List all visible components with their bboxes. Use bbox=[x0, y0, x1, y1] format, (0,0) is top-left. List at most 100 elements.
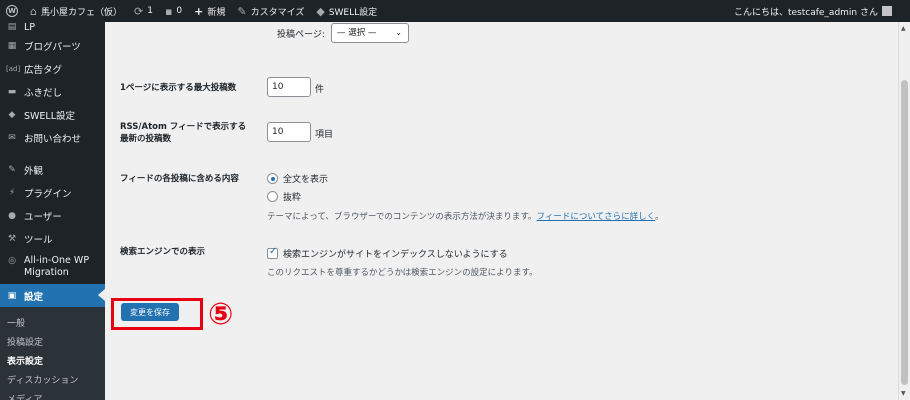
feed-count-label: RSS/Atom フィードで表示する 最新の投稿数 bbox=[120, 121, 246, 145]
updates-count: 1 bbox=[147, 6, 153, 16]
sidebar-item-label: ブログパーツ bbox=[24, 41, 81, 53]
sidebar-item-label: 広告タグ bbox=[24, 64, 63, 76]
search-noindex-checkbox[interactable]: 検索エンジンがサイトをインデックスしないようにする bbox=[267, 246, 508, 260]
feed-count-label-line2: 最新の投稿数 bbox=[120, 134, 172, 144]
balloon-icon: ▬ bbox=[7, 86, 17, 97]
posts-page-label: 投稿ページ: bbox=[277, 30, 325, 40]
comments-count: 0 bbox=[176, 6, 183, 16]
radio-full-text[interactable]: 全文を表示 bbox=[267, 172, 328, 185]
admin-bar: W ⌂ 馬小屋カフェ（仮） ⟳ 1 ▪ 0 + 新規 ✎ カスタマイズ ◆ SW… bbox=[0, 0, 910, 22]
sidebar-item-label: ツール bbox=[24, 234, 53, 246]
comment-icon: ▪ bbox=[164, 4, 173, 18]
home-icon: ⌂ bbox=[30, 4, 37, 18]
feed-count-label-line1: RSS/Atom フィードで表示する bbox=[120, 122, 247, 132]
feed-learn-more-link[interactable]: フィードについてさらに詳しく bbox=[537, 212, 656, 222]
my-account-link[interactable]: こんにちは、testcafe_admin さん bbox=[728, 0, 892, 22]
wp-logo-menu[interactable]: W bbox=[0, 0, 24, 22]
swell-settings-link[interactable]: ◆ SWELL設定 bbox=[310, 0, 383, 22]
scroll-down-icon[interactable]: ▼ bbox=[901, 390, 906, 397]
sidebar-item-migration[interactable]: ◎ All-in-One WP Migration bbox=[0, 250, 105, 284]
submenu-item-discussion[interactable]: ディスカッション bbox=[0, 370, 105, 389]
sidebar-item-label: All-in-One WP Migration bbox=[24, 255, 90, 278]
chevron-down-icon: ⌄ bbox=[395, 28, 402, 37]
admin-sidebar: ▤ LP ▦ ブログパーツ [ad] 広告タグ ▬ ふきだし ◆ SWELL設定… bbox=[0, 22, 105, 400]
sidebar-item-label: 設定 bbox=[24, 291, 44, 303]
comments-link[interactable]: ▪ 0 bbox=[159, 0, 188, 22]
avatar bbox=[882, 6, 892, 16]
sidebar-item-label: お問い合わせ bbox=[24, 133, 82, 145]
swell-icon: ◆ bbox=[316, 4, 325, 18]
scroll-up-icon[interactable]: ▲ bbox=[901, 25, 906, 32]
scrollbar[interactable]: ▲ ▼ bbox=[898, 22, 910, 400]
sidebar-item-appearance[interactable]: ✎ 外観 bbox=[0, 158, 105, 181]
search-noindex-label: 検索エンジンがサイトをインデックスしないようにする bbox=[283, 250, 508, 260]
max-posts-unit: 件 bbox=[315, 85, 325, 95]
feed-count-input[interactable]: 10 bbox=[267, 122, 311, 142]
menu-separator bbox=[0, 149, 105, 158]
checkbox-checked-icon bbox=[267, 246, 278, 259]
brush-icon: ✎ bbox=[8, 164, 16, 175]
sidebar-item-balloon[interactable]: ▬ ふきだし bbox=[0, 80, 105, 103]
step-number-badge: ⑤ bbox=[208, 297, 234, 332]
wordpress-icon: W bbox=[6, 5, 18, 17]
migration-icon: ◎ bbox=[8, 256, 16, 266]
posts-page-select[interactable]: — 選択 — ⌄ bbox=[331, 23, 409, 43]
radio-full-label: 全文を表示 bbox=[283, 175, 329, 185]
radio-checked-icon bbox=[267, 173, 278, 184]
sidebar-item-label: ユーザー bbox=[24, 211, 62, 223]
sidebar-item-label: SWELL設定 bbox=[24, 110, 76, 122]
sidebar-item-contact[interactable]: ✉ お問い合わせ bbox=[0, 126, 105, 149]
sidebar-item-lp[interactable]: ▤ LP bbox=[0, 22, 105, 34]
swell-label: SWELL設定 bbox=[328, 7, 378, 18]
wrench-icon: ⚒ bbox=[7, 233, 17, 244]
max-posts-input[interactable]: 10 bbox=[267, 77, 311, 97]
brush-icon: ✎ bbox=[237, 4, 247, 18]
max-posts-label: 1ページに表示する最大投稿数 bbox=[120, 83, 237, 93]
sidebar-item-label: 外観 bbox=[24, 165, 44, 177]
scrollbar-thumb[interactable] bbox=[901, 80, 908, 385]
refresh-icon: ⟳ bbox=[134, 4, 144, 18]
sidebar-item-blog-parts[interactable]: ▦ ブログパーツ bbox=[0, 34, 105, 57]
ad-icon: [ad] bbox=[6, 64, 21, 73]
posts-page-select-value: — 選択 — bbox=[337, 28, 377, 38]
submenu-item-general[interactable]: 一般 bbox=[0, 313, 105, 332]
sidebar-item-label: LP bbox=[24, 22, 36, 33]
submenu-item-media[interactable]: メディア bbox=[0, 389, 105, 400]
radio-unchecked-icon bbox=[267, 191, 278, 202]
sidebar-item-swell[interactable]: ◆ SWELL設定 bbox=[0, 103, 105, 126]
sidebar-item-label: プラグイン bbox=[24, 188, 72, 200]
feed-description: テーマによって、ブラウザーでのコンテンツの表示方法が決まります。フィードについて… bbox=[267, 210, 664, 222]
search-visibility-label: 検索エンジンでの表示 bbox=[120, 247, 206, 257]
sidebar-item-label: ふきだし bbox=[24, 87, 63, 99]
sidebar-item-ad-tag[interactable]: [ad] 広告タグ bbox=[0, 57, 105, 80]
greeting: こんにちは、testcafe_admin さん bbox=[733, 7, 878, 18]
page-icon: ▤ bbox=[7, 22, 17, 32]
settings-icon: ▣ bbox=[7, 290, 17, 301]
settings-submenu: 一般 投稿設定 表示設定 ディスカッション メディア bbox=[0, 307, 105, 400]
sidebar-item-plugins[interactable]: ⚡ プラグイン bbox=[0, 181, 105, 204]
search-description: このリクエストを尊重するかどうかは検索エンジンの設定によります。 bbox=[267, 268, 538, 278]
new-content-link[interactable]: + 新規 bbox=[188, 0, 231, 22]
new-label: 新規 bbox=[207, 7, 226, 18]
feed-desc-end: 。 bbox=[655, 212, 664, 222]
site-name: 馬小屋カフェ（仮） bbox=[40, 7, 122, 18]
radio-excerpt-label: 抜粋 bbox=[283, 193, 302, 203]
user-icon: ● bbox=[8, 210, 16, 221]
swell-icon: ◆ bbox=[8, 109, 16, 120]
customize-label: カスタマイズ bbox=[250, 7, 305, 18]
sidebar-item-settings[interactable]: ▣ 設定 bbox=[0, 284, 105, 307]
feed-desc-text: テーマによって、ブラウザーでのコンテンツの表示方法が決まります。 bbox=[267, 212, 537, 222]
updates-link[interactable]: ⟳ 1 bbox=[128, 0, 159, 22]
sidebar-item-users[interactable]: ● ユーザー bbox=[0, 204, 105, 227]
site-name-link[interactable]: ⌂ 馬小屋カフェ（仮） bbox=[24, 0, 128, 22]
save-button[interactable]: 変更を保存 bbox=[121, 303, 179, 321]
submenu-item-writing[interactable]: 投稿設定 bbox=[0, 332, 105, 351]
settings-form: 投稿ページ: — 選択 — ⌄ 1ページに表示する最大投稿数 10 件 RSS/… bbox=[105, 22, 898, 400]
plus-icon: + bbox=[194, 4, 204, 18]
radio-excerpt[interactable]: 抜粋 bbox=[267, 190, 301, 203]
submenu-item-reading[interactable]: 表示設定 bbox=[0, 351, 105, 370]
feed-content-label: フィードの各投稿に含める内容 bbox=[120, 174, 239, 184]
customize-link[interactable]: ✎ カスタマイズ bbox=[231, 0, 310, 22]
plug-icon: ⚡ bbox=[8, 187, 16, 198]
sidebar-item-tools[interactable]: ⚒ ツール bbox=[0, 227, 105, 250]
